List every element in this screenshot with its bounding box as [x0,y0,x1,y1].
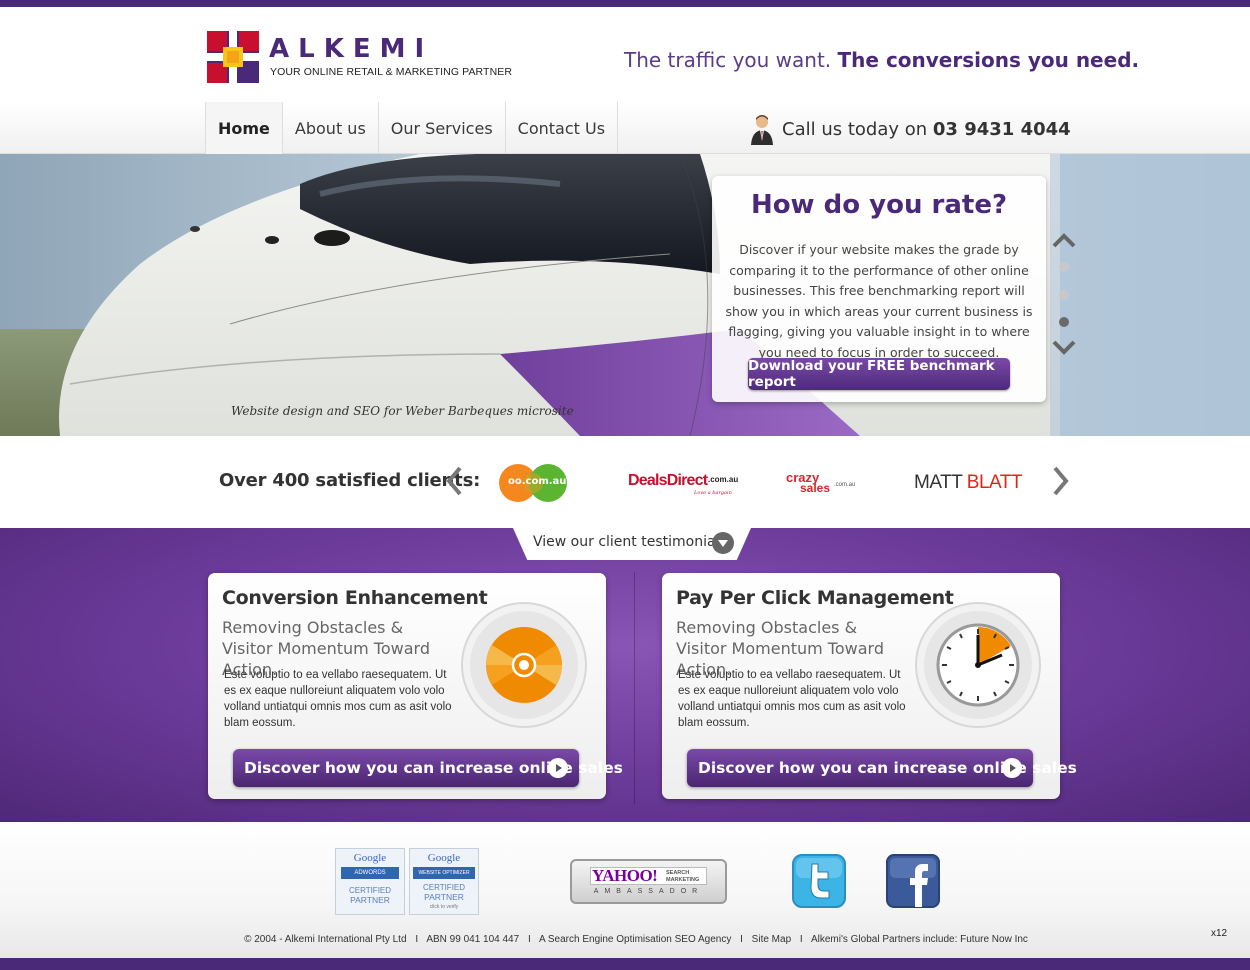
footer-copyright: © 2004 - Alkemi International Pty Ltd [244,934,407,945]
chevron-right-icon[interactable] [1052,466,1070,496]
slide-dot-1[interactable] [1059,262,1069,272]
service-card-conversion: Conversion Enhancement Removing Obstacle… [208,573,623,799]
testimonials-tab-label[interactable]: View our client testimonials [533,534,727,550]
nav-item-our-services[interactable]: Our Services [379,102,506,154]
logo-name[interactable]: ALKEMI [269,34,433,64]
footer-seo-agency-link[interactable]: A Search Engine Optimisation SEO Agency [539,934,731,945]
service-title: Pay Per Click Management [676,587,954,609]
target-icon [461,602,587,728]
discover-sales-button[interactable]: Discover how you can increase online sal… [233,749,623,787]
mattblatt-logo: MATT BLATT [914,472,1022,494]
person-icon [751,115,773,145]
client-logo-mattblatt[interactable]: MATT BLATT [914,462,1022,504]
phone-text: Call us today on 03 9431 4044 [782,119,1071,140]
tagline-bold: The conversions you need. [837,48,1140,72]
chevron-down-icon[interactable] [712,532,734,554]
yahoo-ambassador: AMBASSADOR [593,888,704,895]
footer-separator: I [799,934,803,945]
mattblatt-text-2: BLATT [966,472,1023,493]
clients-label: Over 400 satisfied clients: [219,470,481,491]
footer-sitemap-link[interactable]: Site Map [752,934,791,945]
discover-sales-button[interactable]: Discover how you can increase online sal… [687,749,1077,787]
nav-item-home[interactable]: Home [206,102,283,154]
adwords-line2: PARTNER [350,895,390,905]
service-description: Este voluptio to ea vellabo raesequatem.… [678,669,906,729]
yahoo-ambassador-badge[interactable]: YAHOO! SEARCH MARKETING AMBASSADOR [570,859,727,904]
slide-dot-3[interactable] [1059,317,1069,327]
facebook-icon[interactable] [886,854,940,908]
chevron-left-icon[interactable] [445,466,463,496]
clock-icon [915,602,1041,728]
service-description: Este voluptio to ea vellabo raesequatem.… [224,669,452,729]
services-section [0,528,1250,822]
twitter-icon[interactable] [792,854,846,908]
benchmark-panel: How do you rate? Discover if your websit… [712,176,1046,402]
benchmark-title: How do you rate? [750,190,1008,220]
play-icon [1002,758,1022,778]
optimizer-product: WEBSITE OPTIMIZER [413,867,475,879]
main-nav: Home About us Our Services Contact Us [205,102,619,154]
play-icon [548,758,568,778]
optimizer-line2: PARTNER [424,892,464,902]
download-report-button[interactable]: Download your FREE benchmark report [748,358,1010,390]
mattblatt-text-1: MATT [914,472,962,493]
yahoo-product-1: SEARCH [666,870,690,876]
footer-separator: I [740,934,743,945]
client-logo-crazysales[interactable]: crazy sales .com.au [786,462,870,504]
corner-label: x12 [1211,928,1228,939]
chevron-up-icon[interactable] [1052,232,1076,248]
phone-prefix: Call us today on [782,118,928,140]
services-divider [634,572,635,804]
footer-abn: ABN 99 041 104 447 [426,934,520,945]
google-optimizer-badge[interactable]: Google WEBSITE OPTIMIZER CERTIFIED PARTN… [409,848,479,915]
phone-callout: Call us today on 03 9431 4044 [750,112,1071,146]
bottom-accent-bar [0,958,1250,970]
dealsdirect-logo: DealsDirect .com.au Love a bargain [628,462,738,504]
optimizer-brand: Google [427,852,461,864]
slide-dot-2[interactable] [1059,290,1069,300]
slider-controls [1052,232,1076,356]
client-logo-dealsdirect[interactable]: DealsDirect .com.au Love a bargain [628,462,738,504]
dealsdirect-text: DealsDirect [628,472,708,489]
dealsdirect-sub: Love a bargain [694,490,732,496]
footer-separator: I [415,934,419,945]
adwords-line1: CERTIFIED [348,886,392,895]
adwords-product: ADWORDS [341,867,399,879]
header-tagline: The traffic you want. The conversions yo… [624,48,1139,72]
crazysales-logo: crazy sales .com.au [786,462,870,504]
hero-caption: Website design and SEO for Weber Barbequ… [231,404,574,418]
footer-partners[interactable]: Alkemi's Global Partners include: Future… [811,934,1028,945]
optimizer-line1: CERTIFIED [422,883,466,892]
chevron-down-icon[interactable] [1052,340,1076,356]
hero-banner: Website design and SEO for Weber Barbequ… [0,154,1250,436]
footer-separator: I [527,934,531,945]
nav-item-about-us[interactable]: About us [283,102,379,154]
page: ALKEMI YOUR ONLINE RETAIL & MARKETING PA… [0,0,1250,970]
dealsdirect-suffix: .com.au [708,475,739,484]
service-card-ppc: Pay Per Click Management Removing Obstac… [662,573,1077,799]
yahoo-product-2: MARKETING [666,877,700,883]
crazysales-suffix: .com.au [834,482,856,488]
benchmark-description: Discover if your website makes the grade… [725,242,1033,360]
top-accent-bar [0,0,1250,7]
nav-item-contact-us[interactable]: Contact Us [506,102,619,154]
crazysales-text-2: sales [800,481,831,495]
client-logo-oo[interactable]: oo.com.au [498,462,568,504]
yahoo-brand: YAHOO! [592,866,658,885]
adwords-brand: Google [353,852,387,864]
optimizer-line3: click to verify [429,904,459,910]
oo-logo-text: oo.com.au [508,476,567,487]
tagline-regular: The traffic you want. [624,48,832,72]
footer-links: © 2004 - Alkemi International Pty Ltd I … [0,934,1250,945]
logo-tagline: YOUR ONLINE RETAIL & MARKETING PARTNER [270,66,513,78]
phone-number[interactable]: 03 9431 4044 [933,119,1071,140]
service-title: Conversion Enhancement [222,587,488,609]
alkemi-logo-icon[interactable] [207,31,259,83]
google-adwords-badge[interactable]: Google ADWORDS CERTIFIED PARTNER [335,848,405,915]
